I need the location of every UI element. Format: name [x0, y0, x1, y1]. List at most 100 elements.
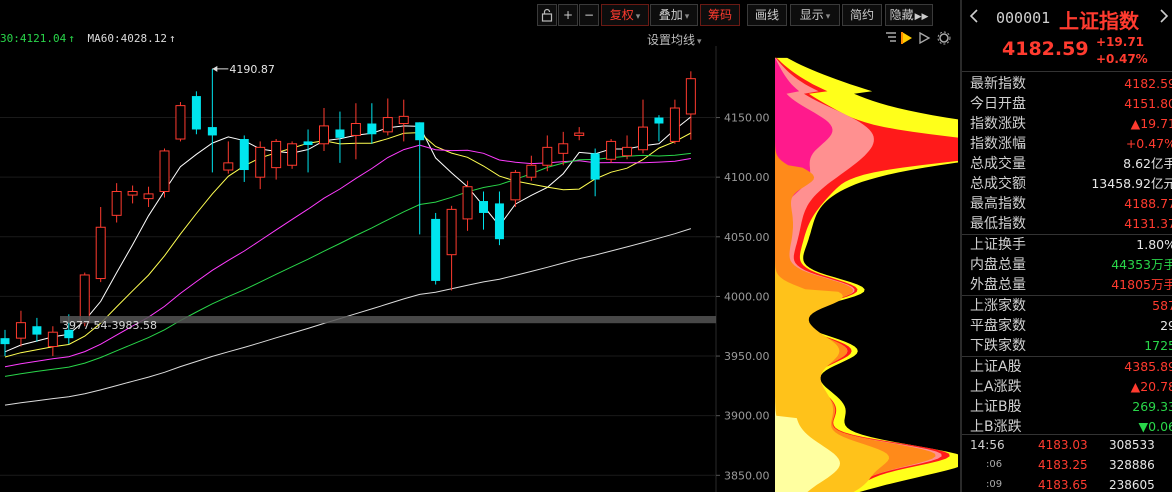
y-tick-label: 3950.00 — [724, 350, 770, 363]
index-name: 上证指数 — [1059, 9, 1139, 33]
candle-up — [685, 78, 696, 115]
chevron-right-icon[interactable] — [1159, 8, 1169, 24]
candle-up — [542, 146, 553, 166]
overlay-label: 叠加 — [658, 8, 683, 22]
stat-row: 平盘家数 29 — [962, 316, 1172, 336]
stat-row: 内盘总量 44353万手 — [962, 255, 1172, 275]
index-header: 000001 上证指数 4182.59 +19.71 +0.47% — [962, 0, 1172, 72]
candle-up — [111, 190, 122, 216]
candle-up — [669, 107, 680, 142]
simple-mode-button[interactable]: 简约 — [842, 4, 882, 26]
y-tick-label: 4050.00 — [724, 231, 770, 244]
index-code: 000001 — [996, 9, 1051, 27]
chevron-down-icon: ▾ — [825, 12, 831, 22]
overlay-button[interactable]: 叠加 ▾ — [650, 4, 698, 26]
display-button[interactable]: 显示 ▾ — [790, 4, 840, 26]
index-info-panel: 000001 上证指数 4182.59 +19.71 +0.47% 最新指数 41… — [960, 0, 1172, 492]
tick-volume: 238605 — [1109, 478, 1155, 492]
tick-volume: 328886 — [1109, 458, 1155, 472]
stat-row: 指数涨幅 +0.47% — [962, 134, 1172, 154]
candle-down — [239, 139, 249, 171]
chip-distribution-button[interactable]: 筹码 — [700, 4, 740, 26]
candlestick-chart[interactable]: 4190.87 3977.54-3983.58 4150.00 4100.00 405… — [0, 46, 958, 492]
stat-value: 41805万手 — [1111, 277, 1172, 292]
gear-icon[interactable] — [937, 31, 951, 45]
tick-price: 4183.25 — [1038, 458, 1088, 472]
stat-label: 最新指数 — [970, 76, 1026, 92]
stat-label: 指数涨幅 — [970, 136, 1026, 152]
hide-label: 隐藏 — [889, 8, 914, 22]
candle-up — [398, 115, 409, 125]
stat-row: 外盘总量 41805万手 — [962, 275, 1172, 295]
price-band — [60, 316, 716, 324]
chip-highlight-icon[interactable] — [901, 32, 912, 44]
candle-up — [271, 140, 282, 169]
stat-label: 内盘总量 — [970, 257, 1026, 273]
fuquan-button[interactable]: 复权 ▾ — [601, 4, 649, 26]
stat-label: 总成交量 — [970, 156, 1026, 172]
ma-legend: 30:4121.04 ↑ MA60:4028.12 ↑ — [0, 32, 176, 46]
chart-toolbar: + − 复权 ▾ 叠加 ▾ 筹码 画线 显示 ▾ 简约 隐藏▶▶ — [0, 0, 960, 30]
draw-line-button[interactable]: 画线 — [747, 4, 787, 26]
stat-value: 4188.77 — [1124, 196, 1172, 211]
ma-line-ma30 — [4, 152, 691, 377]
candle-up — [319, 125, 329, 145]
candle-up — [159, 150, 170, 192]
ma-line-ma20 — [4, 144, 691, 368]
stat-label: 上证换手 — [970, 237, 1026, 253]
stat-value: 1.80% — [1136, 237, 1172, 252]
stat-label: 外盘总量 — [970, 277, 1026, 293]
candle-up — [255, 146, 266, 178]
candle-up — [143, 193, 154, 200]
candle-down — [590, 153, 600, 180]
stat-row: 下跌家数 1725 — [962, 336, 1172, 356]
y-axis: 4150.00 4100.00 4050.00 4000.00 3950.00 3900.… — [724, 112, 770, 483]
stat-row: 最高指数 4188.77 — [962, 194, 1172, 214]
candle-up — [382, 117, 393, 133]
lock-button[interactable] — [537, 4, 557, 26]
stat-value: 4131.37 — [1124, 216, 1172, 231]
double-chevron-right-icon: ▶▶ — [914, 12, 929, 22]
tick-time: 14:56 — [970, 438, 1005, 452]
candle-up — [558, 143, 569, 154]
up-arrow-icon: ↑ — [68, 32, 75, 45]
up-arrow-icon: ↑ — [168, 32, 176, 45]
stat-label: 最高指数 — [970, 196, 1026, 212]
candle-down — [32, 326, 42, 335]
index-stats: 最新指数 4182.59 今日开盘 4151.80 指数涨跌 ▲19.71 指数涨幅 +0.4… — [962, 74, 1172, 437]
stat-value: 587 — [1152, 298, 1172, 313]
stat-label: 今日开盘 — [970, 96, 1026, 112]
tick-row: :06 4183.25 328886 — [962, 455, 1172, 475]
stat-row: 最低指数 4131.37 — [962, 214, 1172, 234]
candle-down — [303, 141, 313, 145]
chart-grid — [0, 46, 720, 492]
chip-list-icon[interactable] — [886, 32, 896, 42]
candle-down — [654, 117, 664, 124]
zoom-out-button[interactable]: − — [579, 4, 599, 26]
candle-up — [127, 190, 138, 196]
candle-down — [479, 201, 488, 213]
stat-value: +0.47% — [1125, 136, 1172, 151]
chevron-down-icon: ▾ — [635, 12, 641, 22]
stat-row: 总成交量 8.62亿手 — [962, 154, 1172, 174]
stat-label: 最低指数 — [970, 216, 1026, 232]
hide-button[interactable]: 隐藏▶▶ — [885, 4, 933, 26]
candle-down — [207, 127, 217, 136]
index-change: +19.71 — [1096, 35, 1145, 49]
chevron-left-icon[interactable] — [969, 8, 979, 24]
y-tick-label: 4150.00 — [724, 112, 770, 125]
stat-label: 总成交额 — [970, 176, 1026, 192]
candle-up — [526, 164, 537, 178]
stat-row: 上证换手 1.80% — [962, 235, 1172, 255]
stat-label: 下跌家数 — [970, 338, 1026, 354]
tick-price: 4183.65 — [1038, 478, 1088, 492]
candle-down — [494, 203, 504, 240]
tick-row: :09 4183.65 238605 — [962, 475, 1172, 492]
stat-row: 最新指数 4182.59 — [962, 74, 1172, 94]
chip-triangle-icon[interactable] — [919, 31, 931, 45]
stat-label: 上涨家数 — [970, 298, 1026, 314]
zoom-in-button[interactable]: + — [558, 4, 578, 26]
y-tick-label: 4100.00 — [724, 171, 770, 184]
candle-up — [606, 140, 617, 160]
candle-down — [335, 129, 345, 138]
